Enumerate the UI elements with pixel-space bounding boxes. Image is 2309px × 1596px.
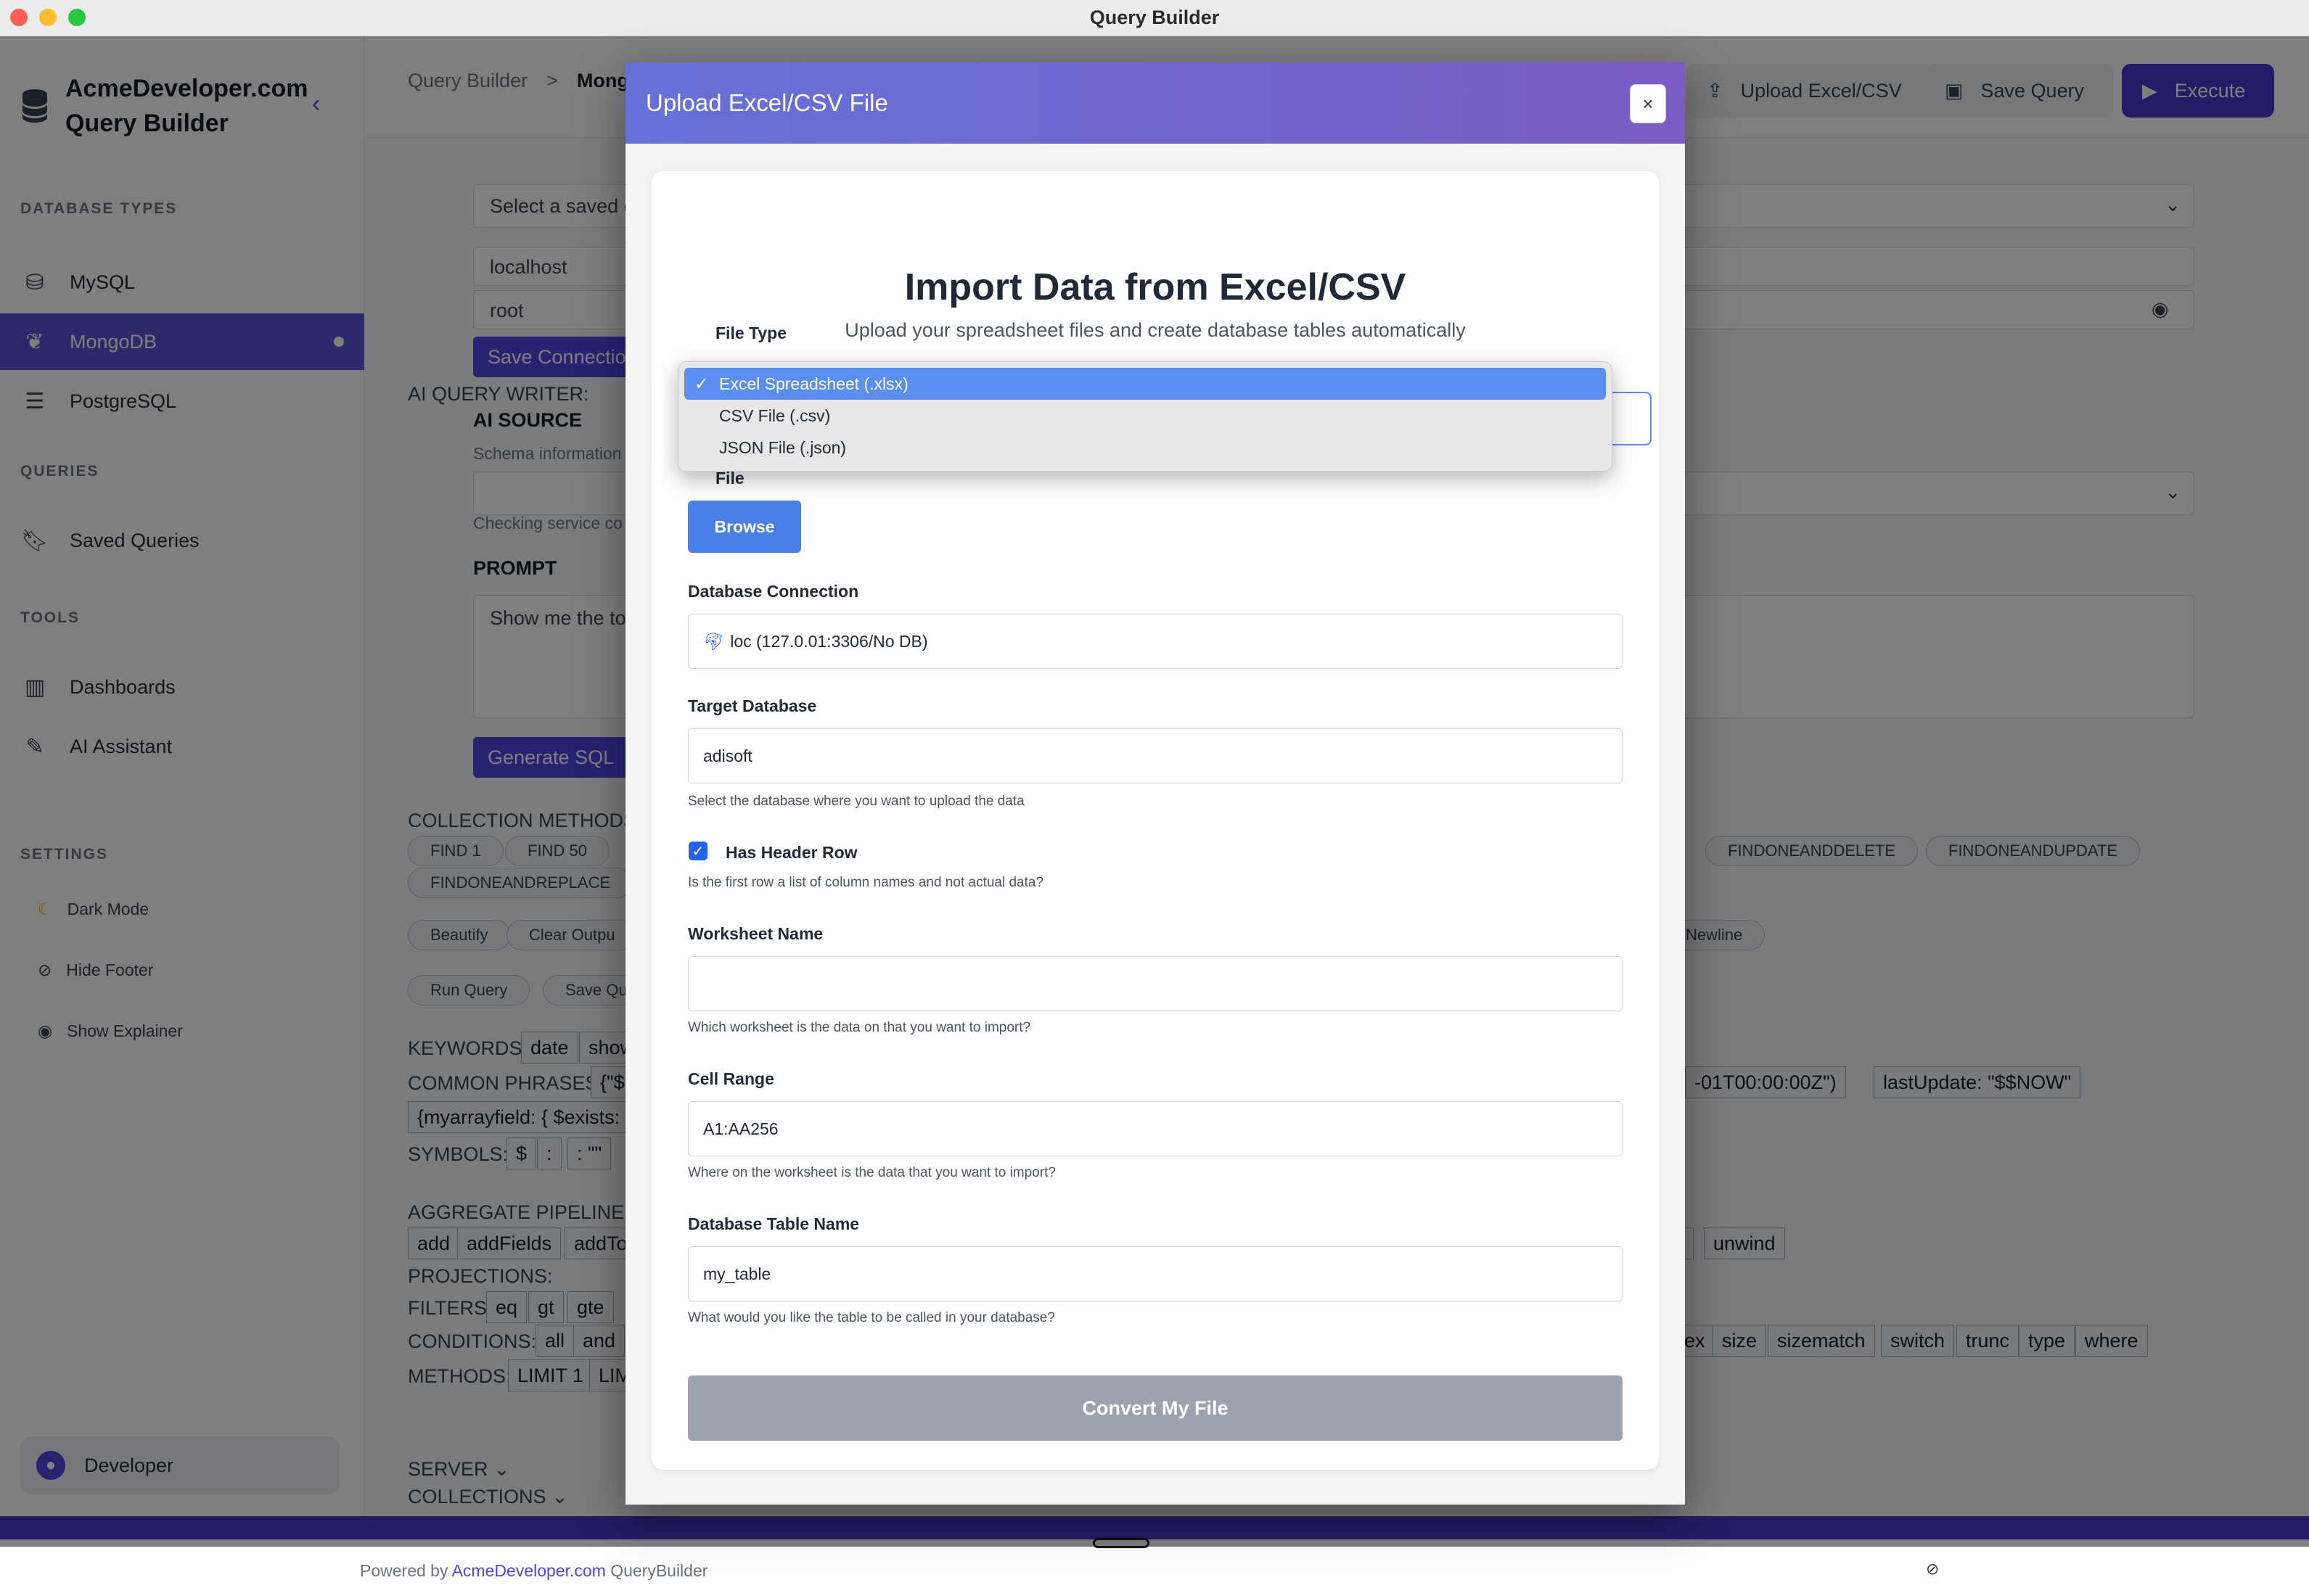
option-label: JSON File (.json) — [719, 437, 847, 457]
header-row-label: Has Header Row — [726, 843, 858, 862]
file-label: File — [715, 469, 745, 488]
file-type-option-xlsx[interactable]: ✓ Excel Spreadsheet (.xlsx) — [684, 368, 1606, 400]
cell-range-help: Where on the worksheet is the data that … — [688, 1165, 1056, 1180]
minimize-window-button[interactable] — [39, 9, 57, 26]
db-connection-label: Database Connection — [688, 582, 859, 601]
header-row-help: Is the first row a list of column names … — [688, 875, 1044, 890]
convert-file-button[interactable]: Convert My File — [688, 1375, 1623, 1441]
footer-credit: Powered by AcmeDeveloper.com QueryBuilde… — [360, 1561, 708, 1581]
checkmark-icon: ✓ — [694, 374, 709, 393]
dolphin-icon: 🐬︎ — [703, 631, 725, 651]
footer: Powered by AcmeDeveloper.com QueryBuilde… — [0, 1539, 2309, 1596]
footer-link[interactable]: AcmeDeveloper.com — [452, 1561, 606, 1580]
close-icon[interactable]: × — [1630, 84, 1666, 123]
eye-slash-icon[interactable]: ⊘ — [1926, 1560, 1939, 1579]
db-connection-select[interactable]: 🐬︎ loc (127.0.01:3306/No DB) — [688, 614, 1623, 669]
table-name-help: What would you like the table to be call… — [688, 1310, 1055, 1325]
table-name-label: Database Table Name — [688, 1214, 860, 1233]
option-label: Excel Spreadsheet (.xlsx) — [719, 374, 909, 393]
target-db-input[interactable]: adisoft — [688, 728, 1623, 783]
option-label: CSV File (.csv) — [719, 406, 831, 425]
file-type-dropdown-menu: ✓ Excel Spreadsheet (.xlsx) CSV File (.c… — [678, 361, 1612, 472]
header-row-checkbox[interactable]: ✓ — [689, 842, 708, 860]
target-db-help: Select the database where you want to up… — [688, 794, 1025, 809]
import-subheading: Upload your spreadsheet files and create… — [845, 319, 1466, 341]
close-window-button[interactable] — [10, 9, 28, 26]
worksheet-help: Which worksheet is the data on that you … — [688, 1020, 1031, 1035]
cell-range-input[interactable]: A1:AA256 — [688, 1101, 1623, 1156]
footer-suffix: QueryBuilder — [610, 1561, 708, 1580]
table-name-value: my_table — [703, 1264, 771, 1283]
import-heading: Import Data from Excel/CSV — [904, 266, 1406, 308]
window-titlebar: Query Builder — [0, 0, 2309, 36]
target-db-label: Target Database — [688, 696, 817, 715]
worksheet-label: Worksheet Name — [688, 924, 824, 943]
file-type-label: File Type — [715, 324, 787, 342]
window-controls — [10, 9, 86, 26]
target-db-value: adisoft — [703, 746, 752, 765]
home-indicator — [1093, 1538, 1149, 1548]
cell-range-label: Cell Range — [688, 1069, 774, 1088]
footer-prefix: Powered by — [360, 1561, 448, 1580]
browse-button[interactable]: Browse — [688, 501, 801, 553]
file-type-option-csv[interactable]: CSV File (.csv) — [684, 400, 1606, 432]
table-name-input[interactable]: my_table — [688, 1246, 1623, 1301]
db-connection-value: loc (127.0.01:3306/No DB) — [730, 631, 928, 651]
cell-range-value: A1:AA256 — [703, 1119, 779, 1138]
modal-title: Upload Excel/CSV File — [646, 89, 888, 116]
worksheet-input[interactable] — [688, 956, 1623, 1011]
zoom-window-button[interactable] — [68, 9, 86, 26]
window-title: Query Builder — [1089, 7, 1220, 28]
modal-header: Upload Excel/CSV File × — [626, 62, 1685, 144]
file-type-option-json[interactable]: JSON File (.json) — [684, 432, 1606, 464]
